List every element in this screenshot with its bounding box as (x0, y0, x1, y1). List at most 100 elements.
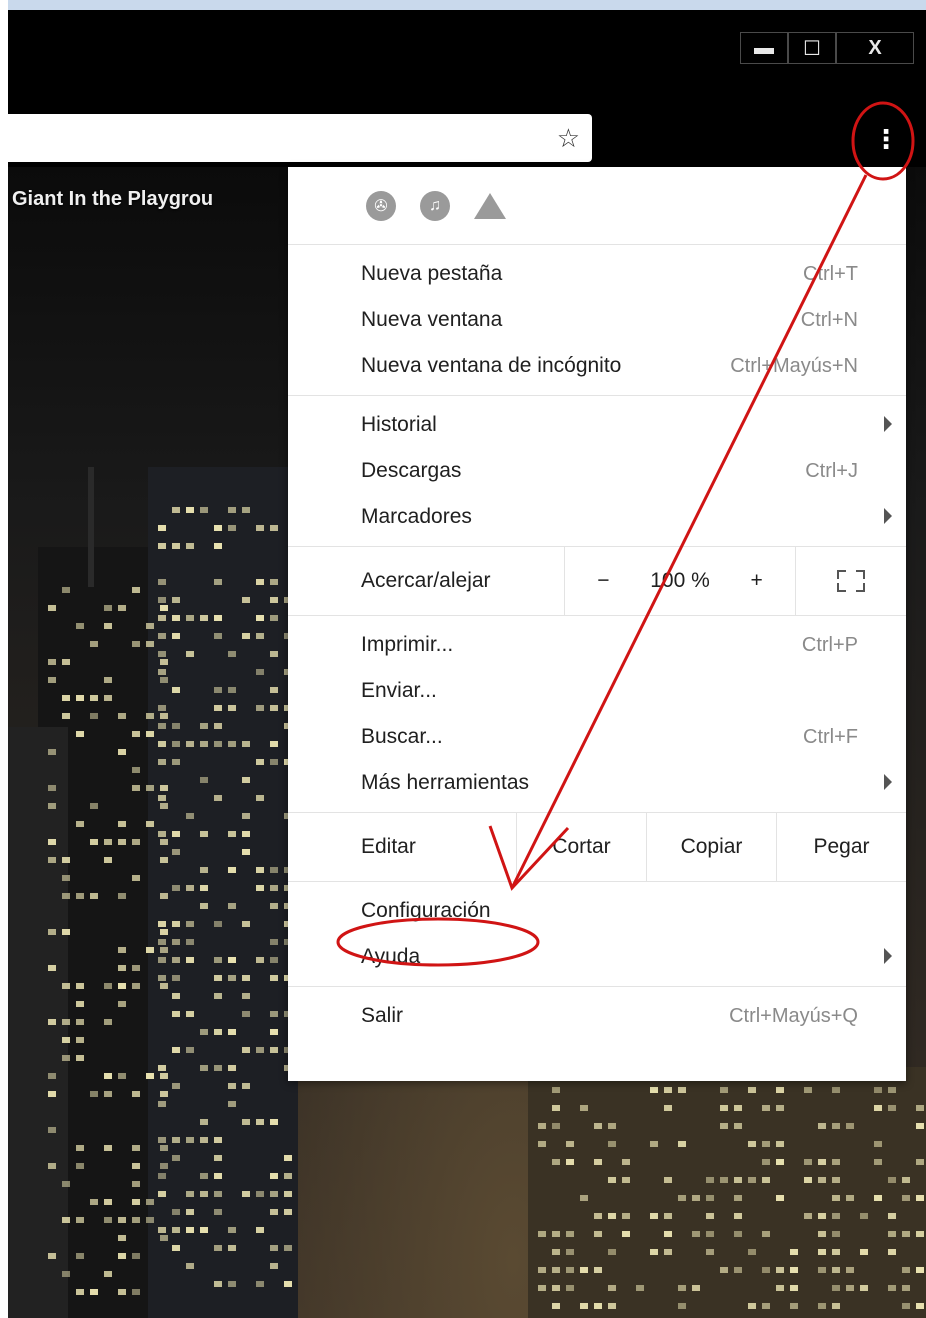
building-window (622, 1231, 630, 1237)
menu-item-history[interactable]: Historial (288, 402, 906, 448)
building-window (650, 1141, 658, 1147)
close-button[interactable]: X (836, 32, 914, 64)
film-extension-icon[interactable]: ✇ (366, 190, 396, 221)
building-window (186, 1137, 194, 1143)
building-window (214, 525, 222, 531)
menu-item-cast[interactable]: Enviar... (288, 668, 906, 714)
building-window (200, 1227, 208, 1233)
building-window (186, 939, 194, 945)
zoom-out-button[interactable]: − (565, 569, 642, 593)
building-window (706, 1213, 714, 1219)
building-window (256, 1047, 264, 1053)
building-window (720, 1087, 728, 1093)
building-window (270, 1245, 278, 1251)
building-window (172, 687, 180, 693)
building-window (594, 1159, 602, 1165)
building-window (118, 1001, 126, 1007)
building-window (48, 1163, 56, 1169)
building-window (776, 1159, 784, 1165)
building-window (706, 1177, 714, 1183)
building-window (62, 983, 70, 989)
menu-item-help[interactable]: Ayuda (288, 934, 906, 980)
building-window (104, 1199, 112, 1205)
building-window (706, 1195, 714, 1201)
menu-item-downloads[interactable]: Descargas Ctrl+J (288, 448, 906, 494)
building-window (762, 1267, 770, 1273)
menu-item-label: Marcadores (361, 505, 472, 528)
menu-item-settings[interactable]: Configuración (288, 888, 906, 934)
building-window (228, 705, 236, 711)
building-window (874, 1141, 882, 1147)
maximize-button[interactable]: ☐ (788, 32, 836, 64)
copy-button[interactable]: Copiar (646, 813, 776, 881)
building-window (160, 785, 168, 791)
star-icon[interactable]: ☆ (557, 124, 580, 152)
minimize-button[interactable]: ▬ (740, 32, 788, 64)
menu-item-incognito[interactable]: Nueva ventana de incógnito Ctrl+Mayús+N (288, 343, 906, 389)
building-window (158, 957, 166, 963)
building-window (118, 1289, 126, 1295)
building-window (256, 867, 264, 873)
building-window (804, 1213, 812, 1219)
menu-item-more-tools[interactable]: Más herramientas (288, 760, 906, 806)
building-window (284, 1245, 292, 1251)
kebab-menu-icon[interactable]: ⋮ (868, 121, 904, 157)
vinyl-extension-icon[interactable]: ♫ (420, 190, 450, 221)
building-window (678, 1087, 686, 1093)
building-window (48, 785, 56, 791)
building-window (594, 1267, 602, 1273)
building-window (186, 957, 194, 963)
building-window (172, 1083, 180, 1089)
zoom-in-button[interactable]: + (718, 569, 795, 593)
building-window (552, 1285, 560, 1291)
building-window (172, 1011, 180, 1017)
building-window (172, 1155, 180, 1161)
building-window (76, 893, 84, 899)
building-window (888, 1249, 896, 1255)
menu-item-print[interactable]: Imprimir... Ctrl+P (288, 622, 906, 668)
building-window (270, 579, 278, 585)
building-window (256, 669, 264, 675)
drive-icon[interactable] (474, 192, 506, 219)
building-window (608, 1303, 616, 1309)
building-window (734, 1213, 742, 1219)
building-window (172, 615, 180, 621)
menu-item-exit[interactable]: Salir Ctrl+Mayús+Q (288, 993, 906, 1039)
building-window (214, 957, 222, 963)
menu-item-new-tab[interactable]: Nueva pestaña Ctrl+T (288, 251, 906, 297)
building-window (608, 1123, 616, 1129)
building-window (160, 1073, 168, 1079)
cut-button[interactable]: Cortar (516, 813, 646, 881)
building-window (76, 1145, 84, 1151)
building-window (580, 1267, 588, 1273)
building-window (860, 1285, 868, 1291)
building-window (158, 741, 166, 747)
menu-item-find[interactable]: Buscar... Ctrl+F (288, 714, 906, 760)
building-window (118, 893, 126, 899)
building-window (270, 1047, 278, 1053)
fullscreen-button[interactable] (795, 547, 906, 615)
building-window (734, 1177, 742, 1183)
building-window (172, 1209, 180, 1215)
building-window (90, 893, 98, 899)
building-window (160, 659, 168, 665)
building-window (186, 1209, 194, 1215)
menu-item-bookmarks[interactable]: Marcadores (288, 494, 906, 540)
building-window (762, 1105, 770, 1111)
building-window (270, 741, 278, 747)
building-window (172, 957, 180, 963)
building-window (146, 1217, 154, 1223)
building-window (62, 875, 70, 881)
building-window (48, 965, 56, 971)
building-window (62, 695, 70, 701)
paste-button[interactable]: Pegar (776, 813, 906, 881)
building-window (172, 1245, 180, 1251)
menu-item-new-window[interactable]: Nueva ventana Ctrl+N (288, 297, 906, 343)
menu-item-label: Más herramientas (361, 771, 530, 794)
building-window (200, 867, 208, 873)
building-window (256, 1227, 264, 1233)
building-window (158, 543, 166, 549)
address-bar[interactable]: ☆ (8, 114, 592, 162)
building-window (566, 1159, 574, 1165)
menu-item-shortcut: Ctrl+F (803, 725, 858, 748)
